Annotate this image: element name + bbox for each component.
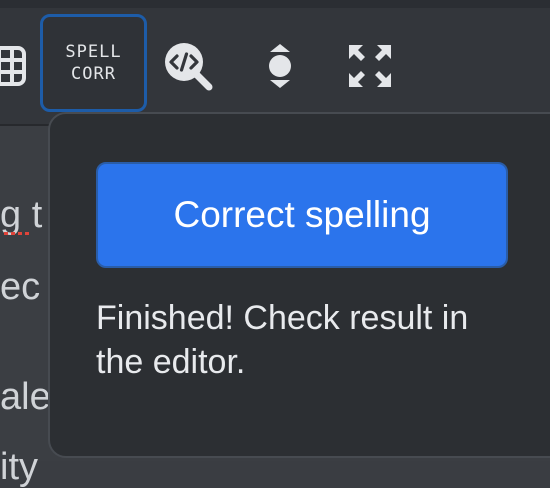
status-message: Finished! Check result in the editor. bbox=[96, 299, 469, 381]
window-top-strip bbox=[0, 0, 550, 8]
spell-correction-button[interactable]: SPELL CORR bbox=[40, 14, 147, 112]
spell-button-line2: CORR bbox=[71, 64, 116, 84]
editor-text-line: ity bbox=[0, 446, 38, 488]
correct-spelling-button[interactable]: Correct spelling bbox=[96, 162, 508, 268]
code-search-icon[interactable] bbox=[162, 40, 214, 92]
editor-text-line: ec bbox=[0, 266, 41, 308]
editor-text-line: g t bbox=[0, 194, 43, 236]
table-icon[interactable] bbox=[0, 40, 32, 92]
spell-button-line1: SPELL bbox=[65, 42, 122, 62]
spelling-error-underline bbox=[4, 232, 32, 235]
vertical-resize-icon[interactable] bbox=[254, 40, 306, 92]
fullscreen-icon[interactable] bbox=[344, 40, 396, 92]
editor-text-line: ale bbox=[0, 376, 51, 418]
